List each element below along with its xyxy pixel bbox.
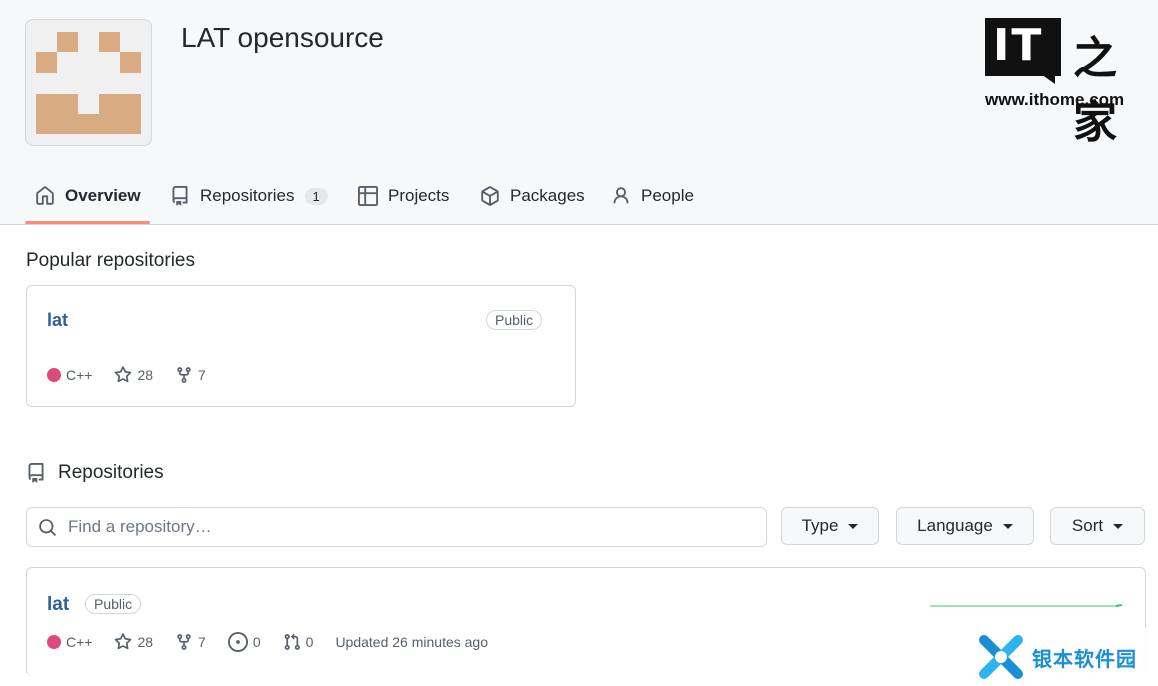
type-filter-label: Type	[801, 516, 839, 535]
ithome-logo: IT 之家 www.ithome.com	[985, 18, 1140, 148]
repo-icon	[172, 186, 188, 206]
watermark-logo-icon	[979, 635, 1023, 679]
org-avatar	[25, 19, 152, 146]
tab-packages-label: Packages	[510, 186, 585, 205]
language-filter-button[interactable]: Language	[896, 507, 1034, 545]
table-icon	[358, 186, 378, 206]
watermark-text: 银本软件园	[1032, 646, 1137, 671]
forks-count: 7	[198, 634, 206, 650]
sort-label: Sort	[1071, 516, 1104, 535]
popular-repos-title: Popular repositories	[26, 250, 195, 271]
chevron-down-icon	[1113, 523, 1124, 529]
fork-icon	[177, 367, 191, 383]
tab-people[interactable]: People	[611, 170, 694, 222]
stars-link[interactable]: 28	[114, 633, 153, 651]
fork-icon	[177, 634, 191, 650]
language-color-dot	[47, 368, 61, 382]
language-filter-label: Language	[917, 516, 993, 535]
activity-sparkline	[930, 604, 1122, 607]
repo-visibility-badge: Public	[85, 594, 142, 614]
tab-people-label: People	[641, 186, 694, 205]
repositories-section-title: Repositories	[26, 462, 164, 484]
home-icon	[36, 186, 54, 205]
tab-projects-label: Projects	[388, 186, 450, 205]
issue-icon	[227, 632, 248, 652]
stars-count: 28	[137, 634, 154, 650]
repo-name-link[interactable]: lat	[47, 594, 69, 616]
tab-repositories[interactable]: Repositories 1	[170, 170, 328, 222]
tab-overview[interactable]: Overview	[35, 170, 141, 222]
language-color-dot	[47, 635, 61, 649]
sort-button[interactable]: Sort	[1050, 507, 1145, 545]
tab-projects[interactable]: Projects	[358, 170, 449, 222]
type-filter-button[interactable]: Type	[781, 507, 879, 545]
person-icon	[613, 187, 629, 204]
language-item: C++	[47, 367, 92, 383]
repo-search-box	[26, 507, 767, 547]
ithome-logo-mark: IT	[985, 18, 1061, 76]
pulls-count: 0	[305, 634, 314, 650]
star-icon	[115, 366, 132, 383]
pull-request-icon	[284, 633, 300, 650]
ithome-url: www.ithome.com	[985, 90, 1125, 109]
package-icon	[481, 186, 499, 206]
stars-link[interactable]: 28	[114, 366, 153, 384]
forks-link[interactable]: 7	[175, 366, 206, 384]
forks-count: 7	[198, 367, 206, 383]
repo-icon	[28, 463, 44, 483]
popular-repo-meta: C++ 28 7	[47, 366, 228, 384]
repositories-count-badge: 1	[304, 187, 328, 205]
popular-repo-card: lat Public C++ 28 7	[26, 285, 576, 407]
updated-time: Updated 26 minutes ago	[335, 634, 488, 650]
language-item: C++	[47, 634, 92, 650]
chevron-down-icon	[1002, 523, 1013, 529]
forks-link[interactable]: 7	[175, 633, 206, 651]
tab-packages[interactable]: Packages	[480, 170, 585, 222]
popular-repo-link[interactable]: lat	[47, 310, 68, 331]
chevron-down-icon	[848, 523, 859, 529]
pulls-link[interactable]: 0	[283, 633, 314, 651]
tab-repositories-label: Repositories	[200, 186, 295, 205]
star-icon	[115, 633, 132, 650]
language-label: C++	[66, 634, 93, 650]
issues-count: 0	[252, 634, 261, 650]
repo-meta: C++ 28 7 0 0 Updated 26 minutes ago	[47, 632, 510, 652]
org-name: LAT opensource	[181, 22, 384, 53]
stars-count: 28	[137, 367, 154, 383]
ithome-logo-chars: 之家	[1073, 33, 1117, 148]
tab-overview-label: Overview	[65, 186, 141, 205]
repositories-title-label: Repositories	[58, 462, 164, 483]
site-watermark: 银本软件园	[960, 628, 1158, 686]
search-icon	[39, 518, 56, 536]
popular-repo-visibility-badge: Public	[486, 310, 543, 330]
repo-search-input[interactable]	[66, 516, 750, 538]
language-label: C++	[66, 367, 93, 383]
issues-link[interactable]: 0	[227, 632, 261, 652]
active-tab-underline	[25, 221, 150, 224]
